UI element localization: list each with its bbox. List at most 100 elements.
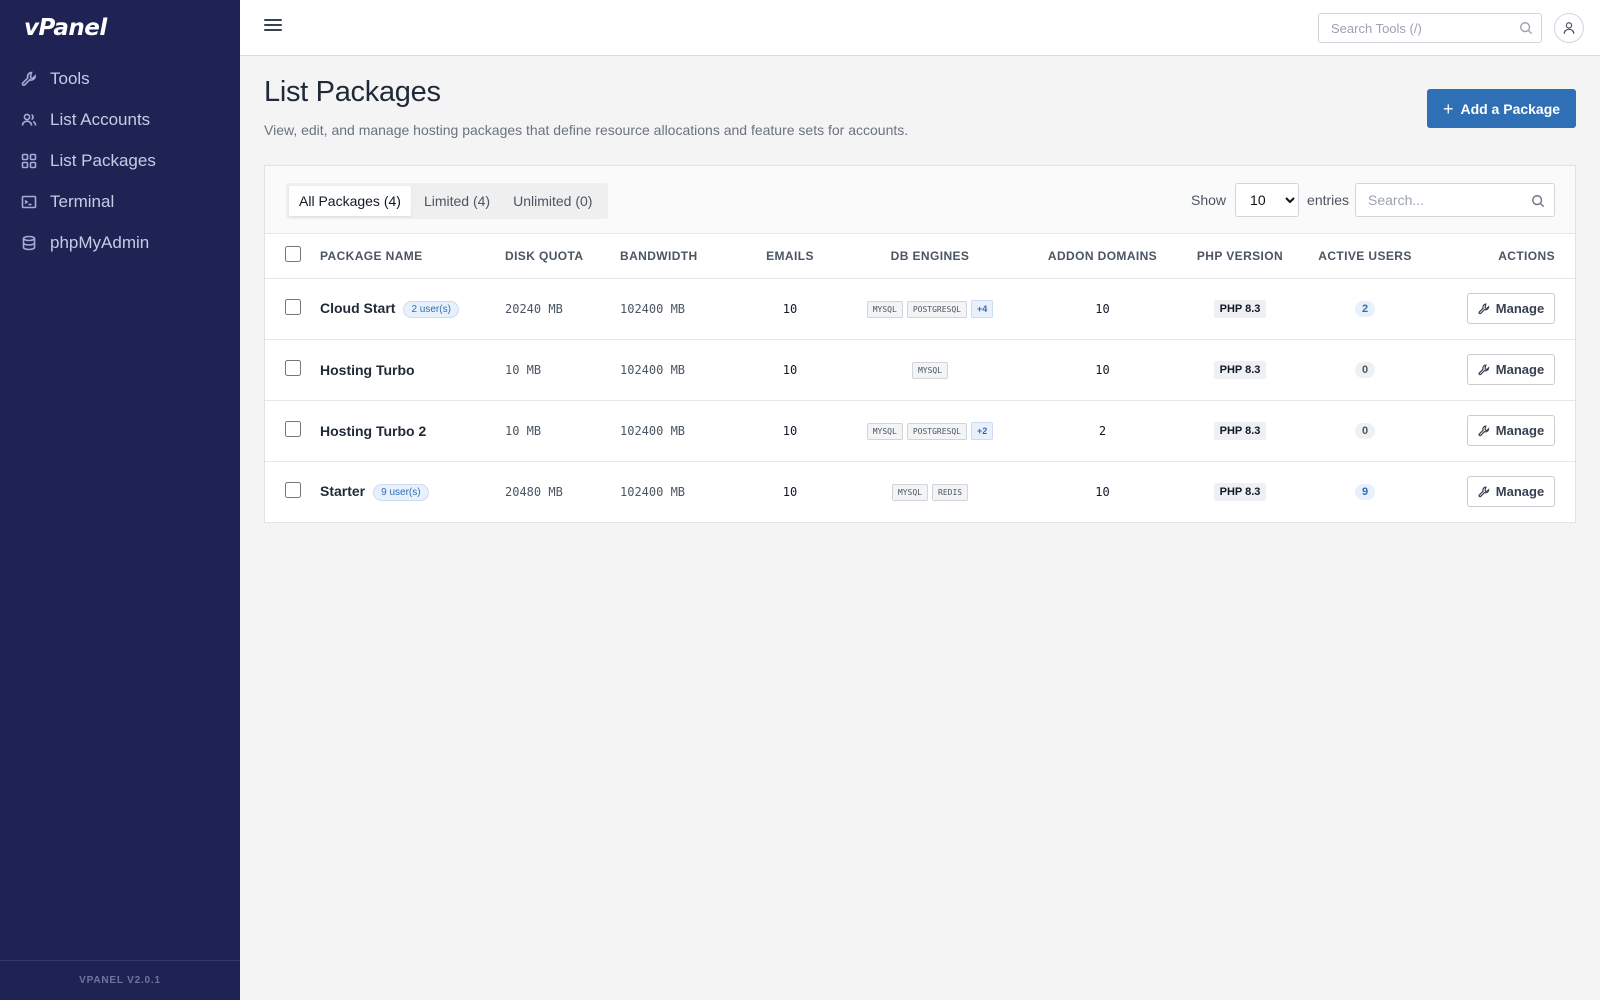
wrench-icon [21,71,37,87]
col-php-version[interactable]: PHP VERSION [1180,234,1300,279]
bandwidth: 102400 MB [620,339,745,401]
wrench-icon [1478,486,1489,497]
search-tools-box [1318,13,1542,43]
wrench-icon [1478,425,1489,436]
col-package-name[interactable]: PACKAGE NAME [320,234,505,279]
db-engine-chip: MYSQL [866,422,903,440]
active-users-badge: 0 [1355,362,1375,378]
table-search-input[interactable] [1356,184,1521,216]
php-version-badge: PHP 8.3 [1213,360,1267,379]
table-row: Hosting Turbo 10 MB 102400 MB 10 MYSQL 1… [265,339,1575,401]
active-users-cell: 2 [1300,278,1430,340]
sidebar-item-label: Terminal [50,191,115,211]
row-checkbox[interactable] [284,360,301,376]
row-checkbox[interactable] [284,299,301,315]
menu-toggle-icon[interactable] [264,19,282,37]
user-icon [1563,22,1575,34]
package-name[interactable]: Hosting Turbo [320,362,415,378]
tab-all-packages[interactable]: All Packages (4) [289,186,411,216]
user-menu-button[interactable] [1554,13,1584,43]
db-engine-chip: MYSQL [911,361,949,379]
active-users-cell: 0 [1300,400,1430,462]
manage-button[interactable]: Manage [1467,293,1555,324]
disk-quota: 20240 MB [505,278,620,340]
row-checkbox[interactable] [284,421,301,437]
disk-quota: 10 MB [505,339,620,401]
sidebar-item-phpmyadmin[interactable]: phpMyAdmin [0,222,240,263]
actions-cell: Manage [1430,461,1575,522]
php-version-badge: PHP 8.3 [1213,482,1267,501]
sidebar-item-label: phpMyAdmin [50,232,150,252]
emails: 10 [745,339,835,401]
active-users-badge: 2 [1355,301,1375,317]
tab-unlimited[interactable]: Unlimited (0) [503,186,602,216]
select-all-cell [265,234,320,279]
db-more-chip[interactable]: +2 [971,421,994,440]
actions-cell: Manage [1430,339,1575,401]
version-label: VPANEL V2.0.1 [0,960,240,1000]
search-icon[interactable] [1519,21,1533,35]
db-engines-cell: MYSQL POSTGRESQL +2 [835,400,1025,462]
search-icon[interactable] [1531,194,1545,208]
packages-panel: All Packages (4) Limited (4) Unlimited (… [264,165,1576,523]
package-name-cell: Hosting Turbo [320,339,505,401]
php-version-cell: PHP 8.3 [1180,461,1300,522]
col-emails[interactable]: EMAILS [745,234,835,279]
package-name[interactable]: Cloud Start [320,300,395,316]
brand-logo[interactable]: vPanel [0,0,240,56]
addon-domains: 2 [1025,400,1180,462]
col-bandwidth[interactable]: BANDWIDTH [620,234,745,279]
tab-limited[interactable]: Limited (4) [414,186,500,216]
database-icon [21,235,37,251]
php-version-cell: PHP 8.3 [1180,400,1300,462]
php-version-cell: PHP 8.3 [1180,278,1300,340]
col-db-engines[interactable]: DB ENGINES [835,234,1025,279]
table-header-row: PACKAGE NAME DISK QUOTA BANDWIDTH EMAILS… [265,234,1575,279]
db-engines-cell: MYSQL POSTGRESQL +4 [835,278,1025,340]
add-package-button[interactable]: + Add a Package [1427,89,1576,128]
emails: 10 [782,484,798,499]
addon-domains: 10 [1095,484,1110,499]
manage-button[interactable]: Manage [1467,415,1555,446]
sidebar-item-tools[interactable]: Tools [0,58,240,99]
manage-label: Manage [1495,423,1545,438]
terminal-icon [21,194,37,210]
manage-button[interactable]: Manage [1467,476,1555,508]
db-engine-chip: POSTGRESQL [906,422,967,440]
col-disk-quota[interactable]: DISK QUOTA [505,234,620,279]
db-engine-chip: POSTGRESQL [906,300,967,318]
brand-name: vPanel [24,15,107,41]
row-select-cell [265,400,320,462]
package-name[interactable]: Starter [320,483,365,499]
select-all-checkbox[interactable] [284,246,301,263]
sidebar-item-label: List Accounts [50,109,151,129]
sidebar-item-label: List Packages [50,150,156,170]
php-version-badge: PHP 8.3 [1213,299,1267,318]
col-addon-domains[interactable]: ADDON DOMAINS [1025,234,1180,279]
panel-toolbar: All Packages (4) Limited (4) Unlimited (… [265,166,1575,234]
manage-button[interactable]: Manage [1467,354,1555,385]
entries-label: entries [1307,192,1350,208]
package-name-cell: Hosting Turbo 2 [320,400,505,462]
row-select-cell [265,461,320,522]
col-active-users[interactable]: ACTIVE USERS [1300,234,1430,279]
table-row: Starter 9 user(s) 20480 MB 102400 MB 10 M… [265,461,1575,522]
add-package-label: Add a Package [1460,100,1561,117]
bandwidth: 102400 MB [620,484,686,499]
php-version-cell: PHP 8.3 [1180,339,1300,401]
sidebar-item-terminal[interactable]: Terminal [0,181,240,222]
actions-cell: Manage [1430,278,1575,340]
search-tools-input[interactable] [1319,14,1509,42]
sidebar-item-list-packages[interactable]: List Packages [0,140,240,181]
package-name[interactable]: Hosting Turbo 2 [320,423,426,439]
plus-icon: + [1442,98,1454,119]
manage-label: Manage [1495,362,1545,377]
addon-domains: 10 [1025,278,1180,340]
entries-select[interactable]: 10 [1235,183,1300,217]
disk-quota: 10 MB [505,400,620,462]
row-checkbox[interactable] [284,482,301,499]
sidebar-item-list-accounts[interactable]: List Accounts [0,99,240,140]
db-more-chip[interactable]: +4 [971,299,994,318]
sidebar-item-label: Tools [50,68,90,88]
active-users-cell: 0 [1300,339,1430,401]
